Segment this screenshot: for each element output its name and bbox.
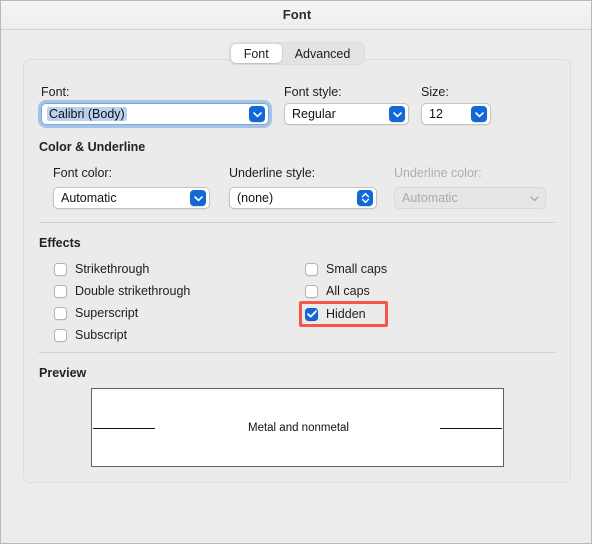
checkbox-label: Double strikethrough [75,284,191,298]
underline-color-value: Automatic [402,191,458,205]
font-preview-box: Metal and nonmetal [91,388,504,467]
chevron-up-down-icon[interactable] [357,190,373,206]
underline-style-popup[interactable]: (none) [229,187,377,209]
tab-advanced[interactable]: Advanced [282,44,364,63]
checkbox-box[interactable] [305,307,318,321]
font-style-label: Font style: [284,85,342,99]
font-color-value: Automatic [61,191,117,205]
checkbox-small-caps[interactable]: Small caps [305,260,387,278]
size-combobox[interactable]: 12 [421,103,491,125]
chevron-down-icon[interactable] [249,106,265,122]
chevron-down-icon[interactable] [389,106,405,122]
checkbox-label: Strikethrough [75,262,150,276]
checkbox-label: Superscript [75,306,139,320]
checkbox-subscript[interactable]: Subscript [54,326,127,344]
tab-bar: Font Advanced [1,42,591,66]
font-style-combobox[interactable]: Regular [284,103,409,125]
checkbox-box[interactable] [54,284,67,298]
window-title: Font [282,7,312,22]
checkbox-all-caps[interactable]: All caps [305,282,370,300]
chevron-down-icon[interactable] [471,106,487,122]
checkmark-icon [306,310,317,318]
tab-font[interactable]: Font [230,44,282,63]
checkbox-label: Small caps [326,262,388,276]
checkbox-box[interactable] [54,328,67,342]
underline-color-label: Underline color: [394,166,482,180]
size-label: Size: [421,85,449,99]
checkbox-box[interactable] [54,306,67,320]
checkbox-box[interactable] [305,262,318,276]
font-value: Calibri (Body) [47,107,127,121]
color-underline-heading: Color & Underline [39,140,146,154]
font-combobox[interactable]: Calibri (Body) [41,103,269,125]
checkbox-label: Hidden [326,307,366,321]
preview-sample-text: Metal and nonmetal [247,421,349,434]
checkbox-hidden[interactable]: Hidden [305,305,366,323]
checkbox-superscript[interactable]: Superscript [54,304,138,322]
effects-heading: Effects [39,236,81,250]
dialog-footer: Default... groovyPost.com Cancel OK [1,489,591,543]
tab-segmented-control: Font Advanced [228,42,366,65]
font-dialog-window: Font Font Advanced Font: Calibri (Body) … [0,0,592,544]
checkbox-box[interactable] [54,262,67,276]
chevron-down-icon [526,190,542,206]
checkbox-strikethrough[interactable]: Strikethrough [54,260,149,278]
preview-heading: Preview [39,366,87,380]
divider-effects [39,222,555,223]
checkbox-double-strikethrough[interactable]: Double strikethrough [54,282,190,300]
underline-style-value: (none) [237,191,274,205]
font-color-combobox[interactable]: Automatic [53,187,210,209]
underline-color-combobox: Automatic [394,187,546,209]
size-value: 12 [429,107,443,121]
chevron-down-icon[interactable] [190,190,206,206]
title-bar: Font [1,1,591,30]
font-color-label: Font color: [53,166,113,180]
font-style-value: Regular [292,107,336,121]
checkbox-label: Subscript [75,328,128,342]
font-label: Font: [41,85,70,99]
divider-preview [39,352,555,353]
checkbox-box[interactable] [305,284,318,298]
checkbox-label: All caps [326,284,370,298]
underline-style-label: Underline style: [229,166,316,180]
